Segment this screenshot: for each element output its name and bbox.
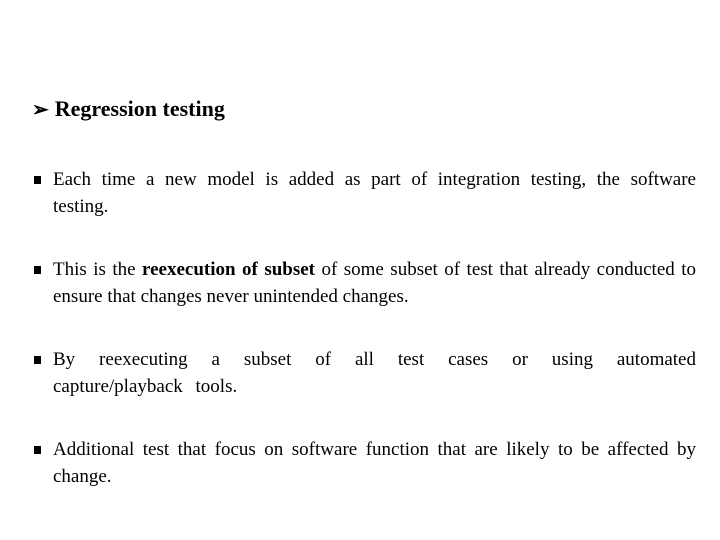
bullet-item: By reexecuting a subset of all test case… [34,346,696,400]
square-bullet-icon [34,356,41,364]
slide-heading: ➢ Regression testing [32,96,225,122]
heading-text: Regression testing [54,96,225,121]
bold-phrase: reexecution of subset [142,259,316,280]
bullet-text: Each time a new model is added as part o… [53,169,696,217]
bullet-text: Additional test that focus on software f… [53,439,696,487]
arrow-bullet-icon: ➢ [32,98,49,121]
bullet-text: This is the reexecution of subset of som… [53,259,696,307]
bullet-item: This is the reexecution of subset of som… [34,256,696,310]
square-bullet-icon [34,176,41,184]
square-bullet-icon [34,446,41,454]
bullet-item: Each time a new model is added as part o… [34,166,696,220]
square-bullet-icon [34,266,41,274]
bullet-item: Additional test that focus on software f… [34,436,696,490]
bullet-text: By reexecuting a subset of all test case… [53,349,696,397]
